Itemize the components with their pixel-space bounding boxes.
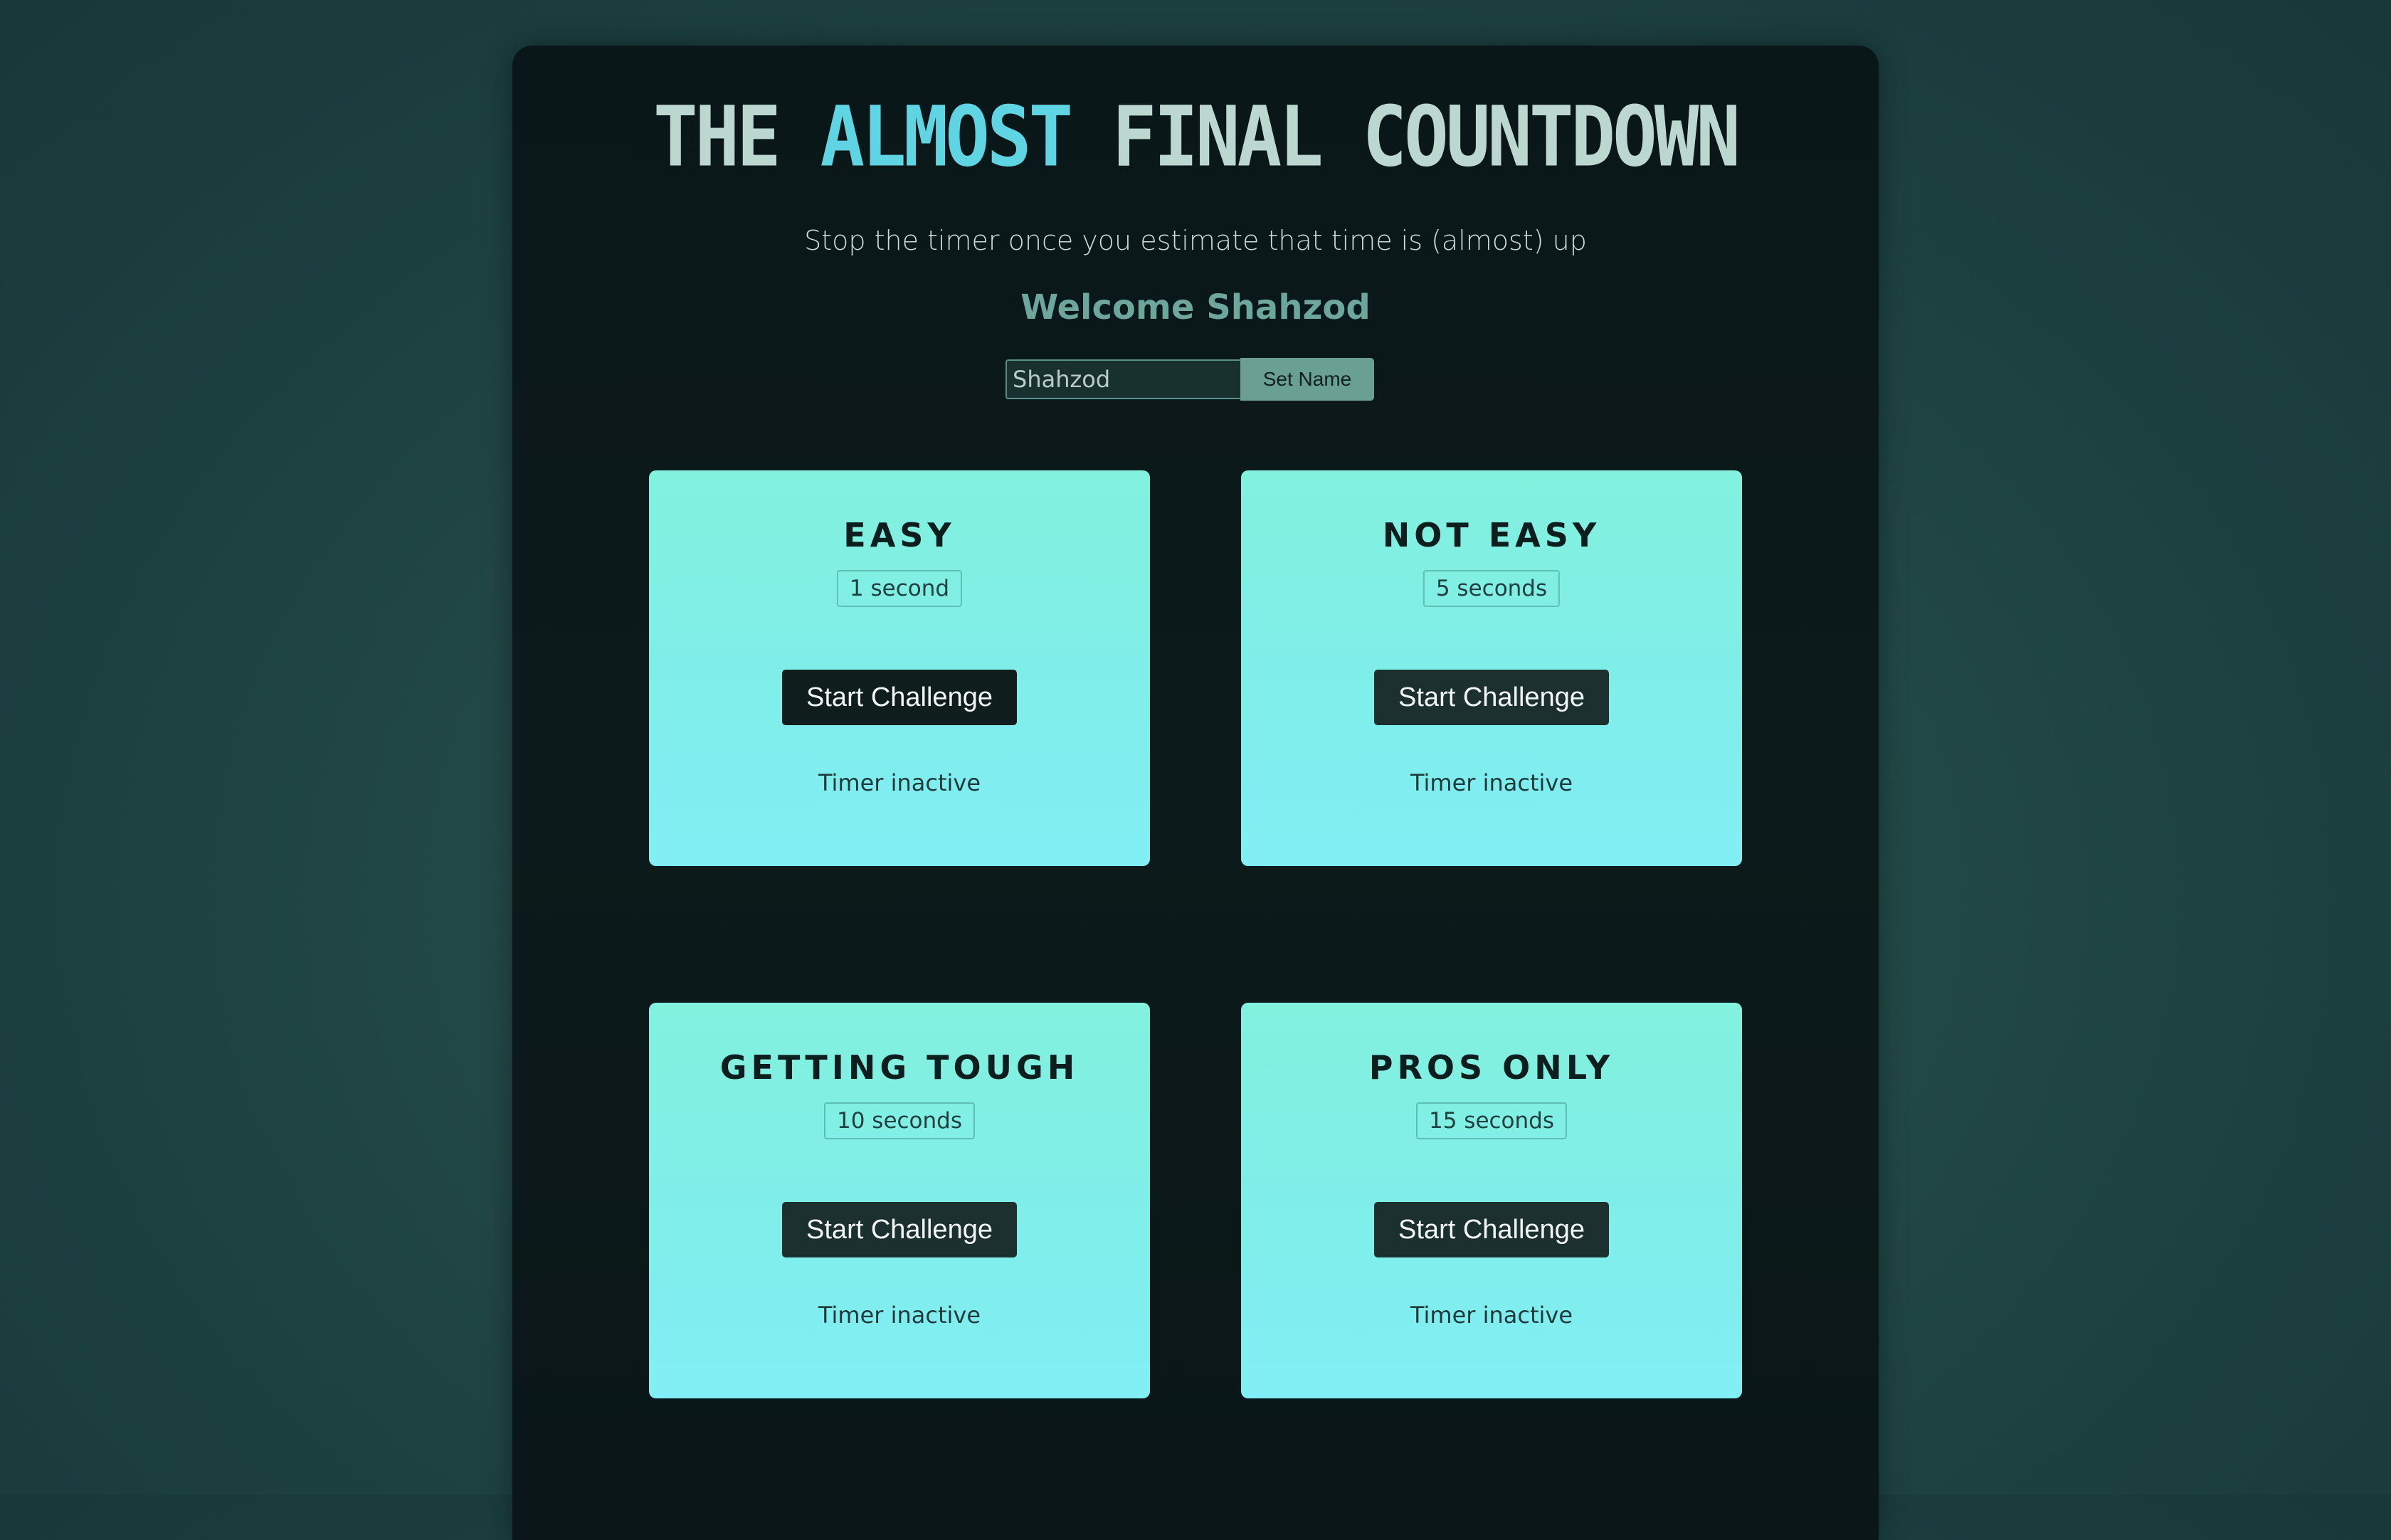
title-accent: ALMOST <box>820 88 1073 186</box>
timer-status: Timer inactive <box>1410 769 1573 796</box>
challenge-title: PROS ONLY <box>1368 1048 1615 1087</box>
challenge-title: EASY <box>843 516 956 554</box>
challenge-duration-badge: 15 seconds <box>1415 1102 1568 1139</box>
start-challenge-button[interactable]: Start Challenge <box>782 670 1017 725</box>
challenge-duration-badge: 10 seconds <box>823 1102 976 1139</box>
challenge-title: GETTING TOUGH <box>719 1048 1080 1087</box>
challenge-card-pros-only: PROS ONLY 15 seconds Start Challenge Tim… <box>1241 1003 1742 1398</box>
title-part-2: FINAL COUNTDOWN <box>1112 88 1741 186</box>
challenge-title: NOT EASY <box>1382 516 1601 554</box>
set-name-button[interactable]: Set Name <box>1240 358 1374 401</box>
title-part-1: THE <box>653 88 781 186</box>
start-challenge-button[interactable]: Start Challenge <box>1374 1202 1609 1257</box>
page-subtitle: Stop the timer once you estimate that ti… <box>804 225 1587 256</box>
challenge-card-getting-tough: GETTING TOUGH 10 seconds Start Challenge… <box>649 1003 1150 1398</box>
challenge-card-easy: EASY 1 second Start Challenge Timer inac… <box>649 470 1150 866</box>
challenge-duration-badge: 5 seconds <box>1423 570 1561 607</box>
start-challenge-button[interactable]: Start Challenge <box>1374 670 1609 725</box>
timer-status: Timer inactive <box>818 769 981 796</box>
start-challenge-button[interactable]: Start Challenge <box>782 1202 1017 1257</box>
challenge-duration-badge: 1 second <box>836 570 963 607</box>
challenge-card-not-easy: NOT EASY 5 seconds Start Challenge Timer… <box>1241 470 1742 866</box>
welcome-message: Welcome Shahzod <box>1020 288 1371 327</box>
name-form: Set Name <box>1006 358 1374 402</box>
timer-status: Timer inactive <box>1410 1302 1573 1329</box>
main-panel: THE ALMOST FINAL COUNTDOWN Stop the time… <box>512 46 1879 1540</box>
timer-status: Timer inactive <box>818 1302 981 1329</box>
page-title: THE ALMOST FINAL COUNTDOWN <box>512 95 1879 178</box>
player-name-input[interactable] <box>1006 359 1240 399</box>
